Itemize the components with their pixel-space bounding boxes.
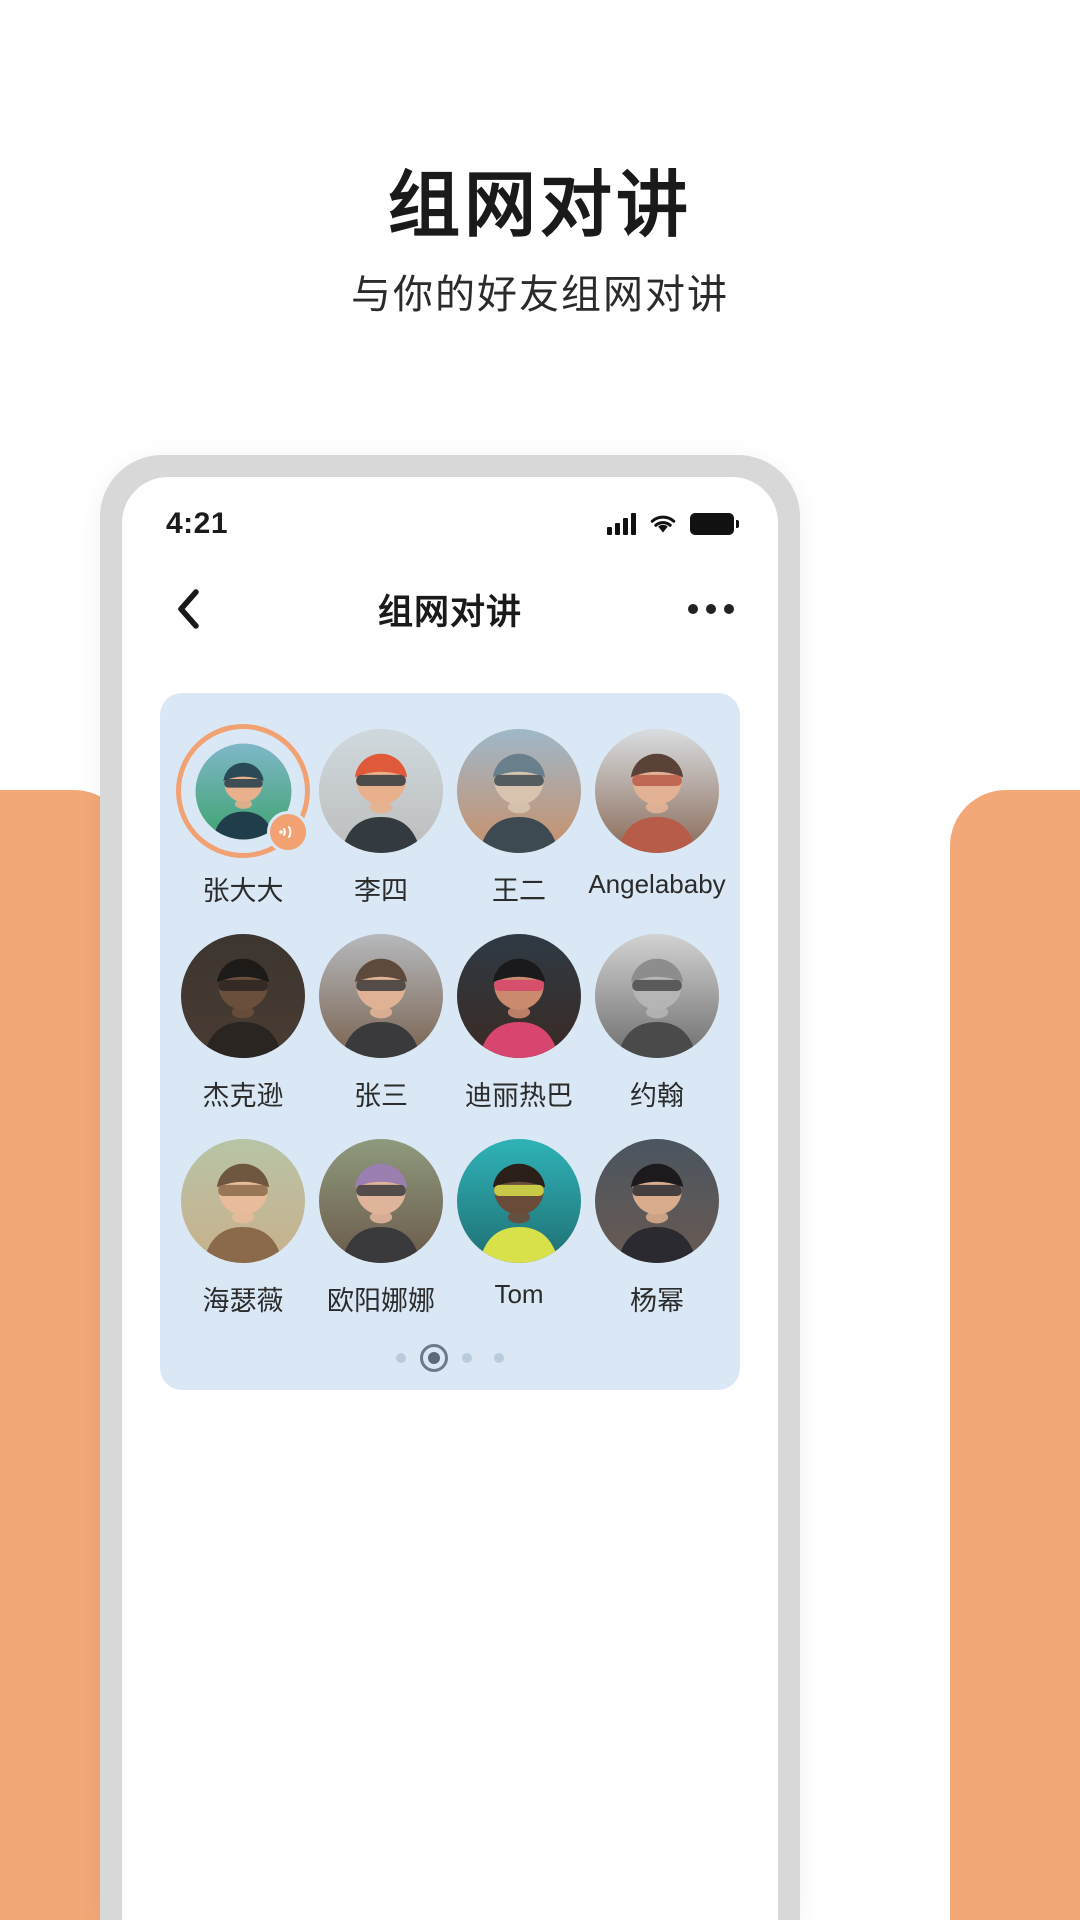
contact-name: 海瑟薇: [202, 1286, 284, 1316]
contact-item[interactable]: 王二: [450, 729, 588, 908]
phone-mockup: 4:21 组网对讲 张大大 李四 王二 Angelababy 杰克逊 张三 迪丽…: [100, 455, 800, 1920]
pagination-dot-active[interactable]: [420, 1344, 448, 1372]
status-time: 4:21: [166, 507, 229, 540]
avatar: [457, 934, 581, 1058]
pagination-dot[interactable]: [396, 1353, 406, 1363]
avatar: [595, 1139, 719, 1263]
avatar-wrapper[interactable]: [457, 1139, 581, 1263]
phone-screen: 4:21 组网对讲 张大大 李四 王二 Angelababy 杰克逊 张三 迪丽…: [122, 477, 778, 1920]
avatar-wrapper[interactable]: [457, 729, 581, 853]
contact-name: Tom: [494, 1279, 544, 1309]
contact-name: 欧阳娜娜: [327, 1286, 435, 1316]
contact-name: 王二: [492, 876, 546, 906]
avatar: [457, 1139, 581, 1263]
contacts-card: 张大大 李四 王二 Angelababy 杰克逊 张三 迪丽热巴 约翰 海瑟薇 …: [160, 693, 740, 1390]
contact-name: 张三: [354, 1081, 408, 1111]
contact-name: 李四: [354, 876, 408, 906]
avatar-wrapper[interactable]: [181, 729, 309, 853]
status-bar: 4:21: [122, 477, 778, 557]
avatar: [181, 1139, 305, 1263]
contact-name: 约翰: [630, 1081, 684, 1111]
contact-item[interactable]: 李四: [312, 729, 450, 908]
avatar-wrapper[interactable]: [181, 934, 305, 1058]
contact-item[interactable]: 海瑟薇: [174, 1139, 312, 1318]
contact-item[interactable]: 张三: [312, 934, 450, 1113]
contact-item[interactable]: 张大大: [174, 729, 312, 908]
avatar: [595, 729, 719, 853]
contact-item[interactable]: 杨幂: [588, 1139, 726, 1318]
avatar: [595, 934, 719, 1058]
avatar: [319, 1139, 443, 1263]
decorative-panel-right: [950, 790, 1080, 1920]
contact-name: 杨幂: [630, 1286, 684, 1316]
pagination-dot[interactable]: [494, 1353, 504, 1363]
contact-item[interactable]: 杰克逊: [174, 934, 312, 1113]
contact-name: 张大大: [202, 876, 284, 906]
cellular-signal-icon: [607, 513, 636, 535]
more-horizontal-icon: [688, 604, 698, 614]
avatar: [319, 729, 443, 853]
contact-item[interactable]: Tom: [450, 1139, 588, 1318]
page-subtitle: 与你的好友组网对讲: [351, 273, 729, 317]
pagination-dots[interactable]: [174, 1344, 726, 1372]
contact-item[interactable]: 迪丽热巴: [450, 934, 588, 1113]
contact-item[interactable]: 欧阳娜娜: [312, 1139, 450, 1318]
navbar-title: 组网对讲: [377, 592, 522, 632]
avatar-wrapper[interactable]: [319, 934, 443, 1058]
avatar-wrapper[interactable]: [595, 1139, 719, 1263]
contacts-grid: 张大大 李四 王二 Angelababy 杰克逊 张三 迪丽热巴 约翰 海瑟薇 …: [174, 729, 726, 1318]
contact-name: Angelababy: [588, 869, 726, 899]
avatar-wrapper[interactable]: [457, 934, 581, 1058]
avatar: [457, 729, 581, 853]
more-horizontal-icon: [724, 604, 734, 614]
contact-name: 迪丽热巴: [465, 1081, 573, 1111]
avatar-wrapper[interactable]: [319, 729, 443, 853]
app-navbar: 组网对讲: [122, 557, 778, 661]
promo-page: 组网对讲 与你的好友组网对讲 4:21 组网对讲 张大大 李四 王二 Angel…: [0, 0, 1080, 1920]
wifi-icon: [648, 513, 678, 535]
avatar: [181, 934, 305, 1058]
avatar: [319, 934, 443, 1058]
avatar-wrapper[interactable]: [595, 934, 719, 1058]
more-horizontal-icon: [706, 604, 716, 614]
avatar-wrapper[interactable]: [595, 729, 719, 853]
page-title: 组网对讲: [387, 166, 692, 246]
more-options-button[interactable]: [688, 604, 734, 614]
avatar-wrapper[interactable]: [181, 1139, 305, 1263]
status-icon-group: [607, 513, 739, 535]
voice-talk-icon: [267, 811, 309, 853]
back-button[interactable]: [166, 587, 210, 631]
battery-icon: [690, 513, 739, 535]
chevron-left-icon: [178, 589, 199, 629]
pagination-dot[interactable]: [462, 1353, 472, 1363]
avatar-wrapper[interactable]: [319, 1139, 443, 1263]
contact-item[interactable]: Angelababy: [588, 729, 726, 908]
contact-item[interactable]: 约翰: [588, 934, 726, 1113]
contact-name: 杰克逊: [202, 1081, 284, 1111]
